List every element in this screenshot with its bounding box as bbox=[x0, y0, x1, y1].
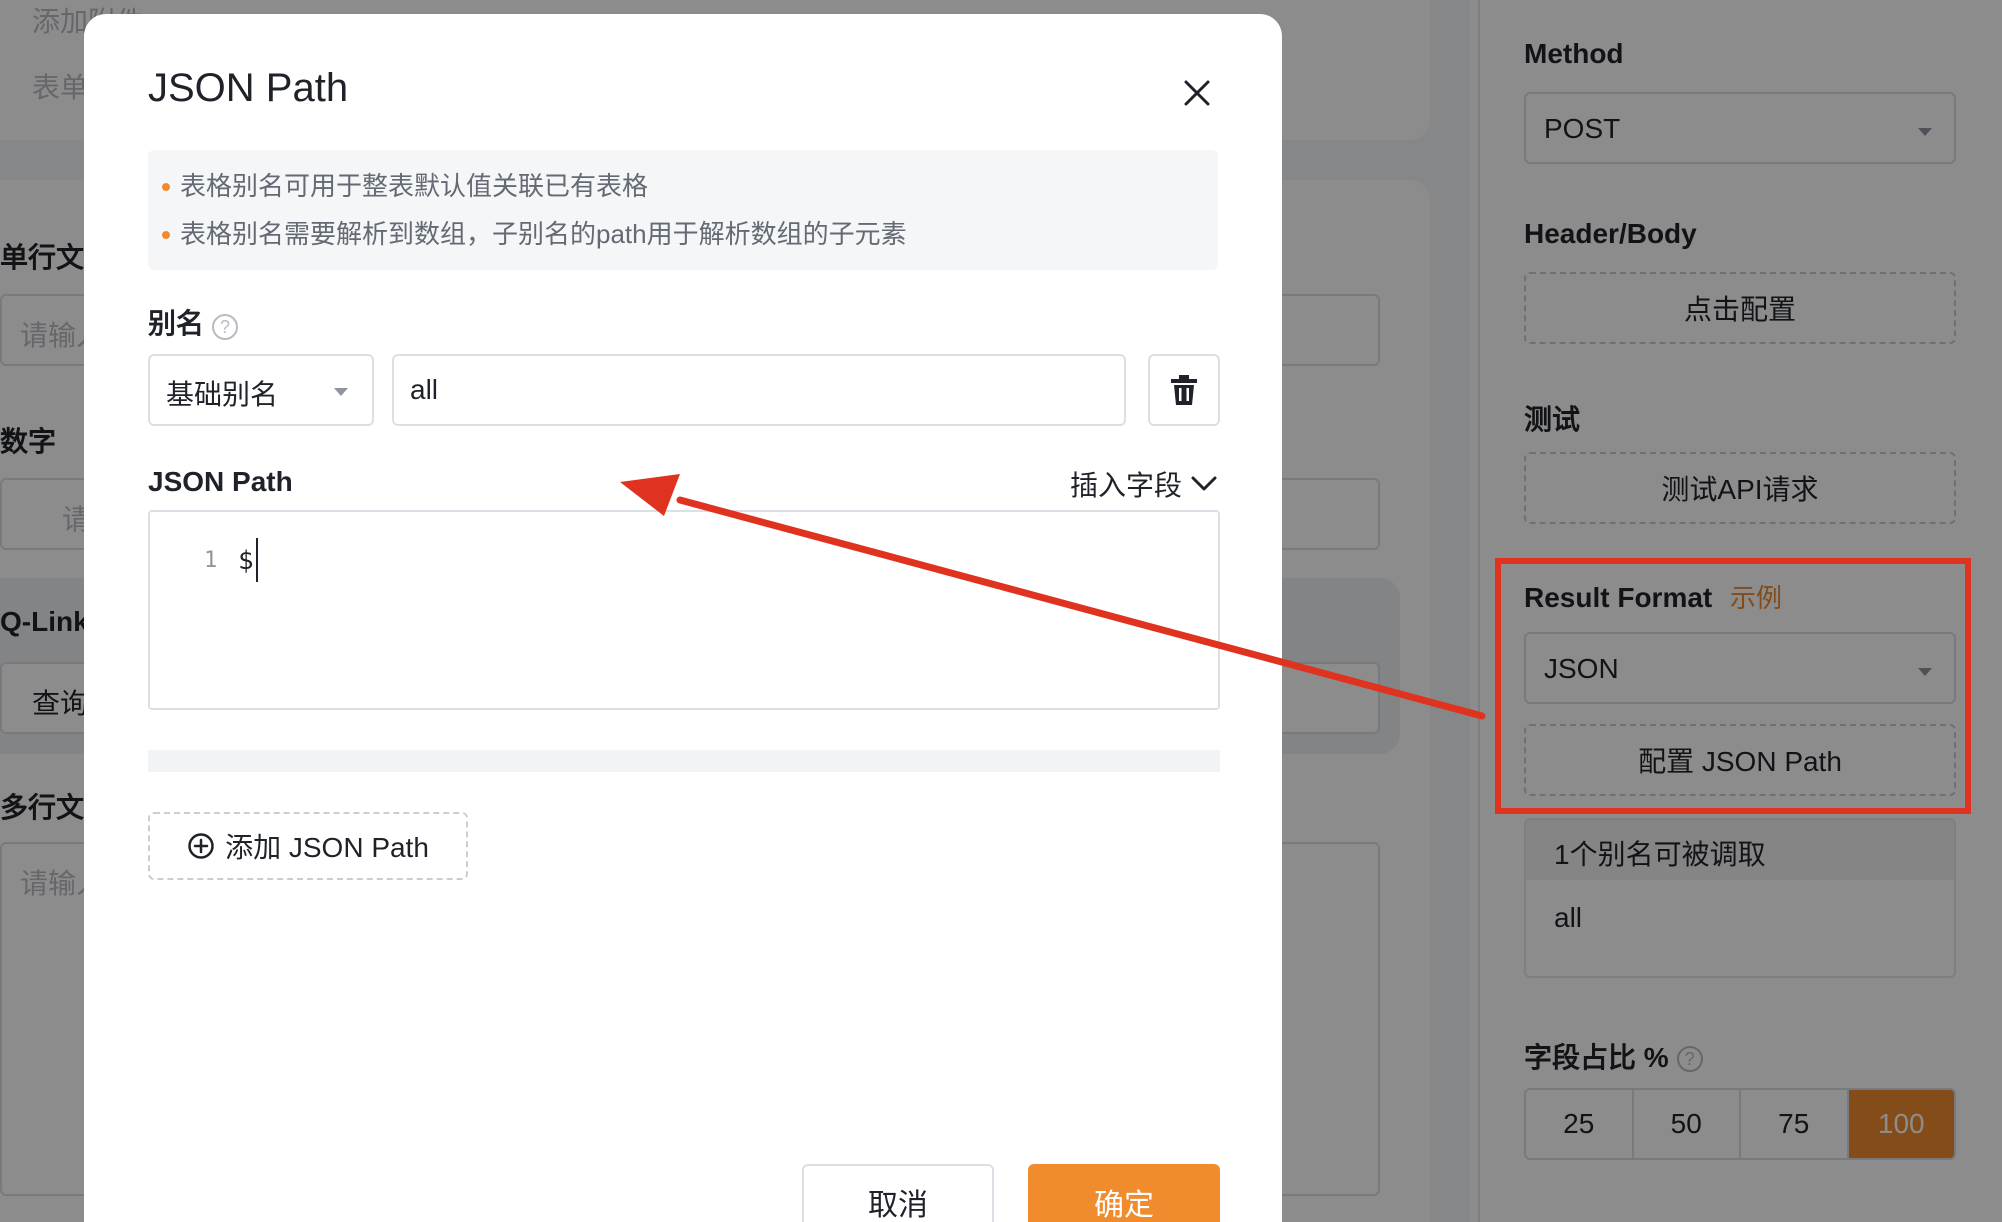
annotation-arrow bbox=[620, 474, 1486, 720]
